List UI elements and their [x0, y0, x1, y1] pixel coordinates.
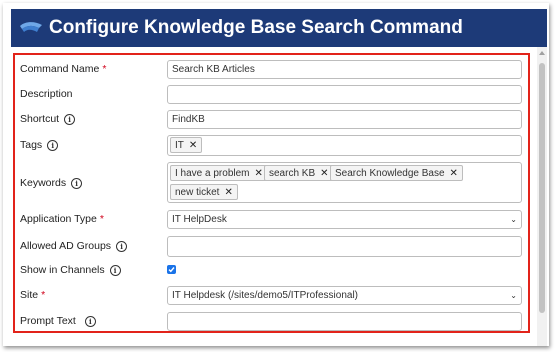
required-marker: *: [102, 63, 107, 75]
shortcut-label: Shortcut i: [20, 113, 76, 125]
close-icon[interactable]: ✕: [189, 140, 197, 151]
application-type-label: Application Type *: [20, 213, 104, 225]
allowed-ad-groups-label-text: Allowed AD Groups: [20, 240, 112, 252]
close-icon[interactable]: ✕: [224, 187, 232, 198]
site-value: IT Helpdesk (/sites/demo5/ITProfessional…: [172, 290, 359, 301]
close-icon[interactable]: ✕: [255, 168, 263, 179]
tags-label-text: Tags: [20, 139, 43, 151]
info-icon[interactable]: i: [84, 315, 96, 327]
application-type-label-text: Application Type: [20, 213, 97, 225]
tags-input[interactable]: IT ✕: [167, 135, 522, 156]
required-marker: *: [99, 213, 104, 225]
command-name-label: Command Name *: [20, 63, 106, 75]
shortcut-value: FindKB: [172, 114, 205, 125]
info-icon[interactable]: i: [47, 139, 59, 151]
show-in-channels-checkbox[interactable]: [167, 265, 176, 274]
site-label: Site *: [20, 289, 45, 301]
vertical-scrollbar[interactable]: [537, 47, 547, 346]
keyword-chip: I have a problem ✕: [170, 165, 268, 181]
keyword-chip: Search Knowledge Base ✕: [330, 165, 463, 181]
prompt-text-label-text: Prompt Text: [20, 315, 76, 327]
info-icon[interactable]: i: [116, 240, 128, 252]
tag-chip-label: IT: [175, 139, 184, 151]
prompt-text-label: Prompt Text i: [20, 315, 96, 327]
info-icon[interactable]: i: [64, 113, 76, 125]
tags-label: Tags i: [20, 139, 59, 151]
site-label-text: Site: [20, 289, 39, 301]
keyword-chip-label: Search Knowledge Base: [335, 167, 445, 179]
keywords-label: Keywords i: [20, 177, 83, 189]
prompt-text-input[interactable]: [167, 312, 522, 331]
command-name-value: Search KB Articles: [172, 64, 255, 75]
logo-icon: [20, 22, 42, 32]
info-icon[interactable]: i: [109, 264, 121, 276]
description-label-text: Description: [20, 88, 73, 100]
application-type-select[interactable]: IT HelpDesk ⌄: [167, 210, 522, 229]
keywords-label-text: Keywords: [20, 177, 67, 189]
shortcut-input[interactable]: FindKB: [167, 110, 522, 129]
checkmark-icon: [168, 267, 175, 273]
keyword-chip-label: search KB: [269, 167, 316, 179]
info-icon[interactable]: i: [71, 177, 83, 189]
scroll-up-icon[interactable]: [539, 51, 545, 55]
application-type-value: IT HelpDesk: [172, 214, 227, 225]
chevron-down-icon: ⌄: [510, 291, 517, 300]
command-name-input[interactable]: Search KB Articles: [167, 60, 522, 79]
keyword-chip-label: I have a problem: [175, 167, 250, 179]
close-icon[interactable]: ✕: [450, 168, 458, 179]
required-marker: *: [41, 289, 46, 301]
keyword-chip: new ticket ✕: [170, 184, 238, 200]
allowed-ad-groups-label: Allowed AD Groups i: [20, 240, 128, 252]
close-icon[interactable]: ✕: [320, 168, 328, 179]
command-name-label-text: Command Name: [20, 63, 100, 75]
site-select[interactable]: IT Helpdesk (/sites/demo5/ITProfessional…: [167, 286, 522, 305]
show-in-channels-label-text: Show in Channels: [20, 264, 105, 276]
page-title: Configure Knowledge Base Search Command: [49, 17, 463, 38]
keyword-chip-label: new ticket: [175, 186, 220, 198]
keywords-input[interactable]: I have a problem ✕ search KB ✕ Search Kn…: [167, 162, 522, 203]
show-in-channels-label: Show in Channels i: [20, 264, 121, 276]
shortcut-label-text: Shortcut: [20, 113, 60, 125]
allowed-ad-groups-input[interactable]: [167, 236, 522, 257]
scrollbar-thumb[interactable]: [539, 63, 545, 313]
tag-chip: IT ✕: [170, 137, 203, 153]
description-input[interactable]: [167, 85, 522, 104]
chevron-down-icon: ⌄: [510, 215, 517, 224]
description-label: Description: [20, 88, 73, 100]
keyword-chip: search KB ✕: [264, 165, 334, 181]
dialog-header: Configure Knowledge Base Search Command: [11, 9, 547, 47]
